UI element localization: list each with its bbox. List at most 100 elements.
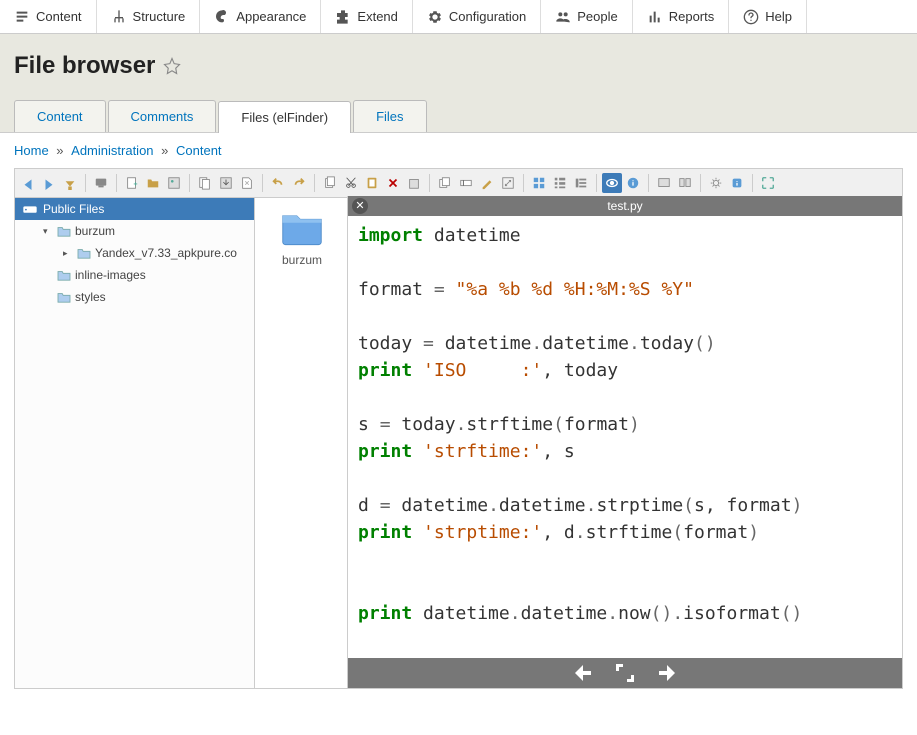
elfinder: Public Files ▾burzum▸Yandex_v7.33_apkpur… — [14, 168, 903, 689]
cut-icon — [344, 176, 358, 190]
viewer-fullscreen-button[interactable] — [613, 661, 637, 685]
rename-icon — [459, 176, 473, 190]
file-item-label: burzum — [267, 253, 337, 267]
toolbar-download-button[interactable] — [216, 173, 236, 193]
admin-menu-help[interactable]: Help — [729, 0, 807, 33]
undo-icon — [271, 176, 285, 190]
toolbar-cut-button[interactable] — [341, 173, 361, 193]
forward-icon — [42, 176, 56, 190]
toolbar-about-button[interactable] — [727, 173, 747, 193]
file-item-burzum[interactable]: burzum — [267, 210, 337, 267]
tree-item-styles[interactable]: styles — [15, 286, 254, 308]
tree-item-burzum[interactable]: ▾burzum — [15, 220, 254, 242]
admin-menu-people[interactable]: People — [541, 0, 632, 33]
duplicate-icon — [438, 176, 452, 190]
viewer-prev-button[interactable] — [569, 661, 593, 685]
up-icon — [63, 176, 77, 190]
download-icon — [219, 176, 233, 190]
appearance-icon — [214, 9, 230, 25]
toolbar-newfolder-button[interactable] — [143, 173, 163, 193]
toolbar-view-icons-button[interactable] — [529, 173, 549, 193]
info-icon — [626, 176, 640, 190]
breadcrumb-link[interactable]: Administration — [71, 143, 153, 158]
toolbar-back-button[interactable] — [18, 173, 38, 193]
tab-content[interactable]: Content — [14, 100, 106, 132]
folder-icon — [77, 247, 91, 259]
breadcrumb-link[interactable]: Content — [176, 143, 222, 158]
fullscreen-icon — [761, 176, 775, 190]
toolbar-forward-button[interactable] — [39, 173, 59, 193]
redo-icon — [292, 176, 306, 190]
content-icon — [14, 9, 30, 25]
folder-icon — [57, 225, 71, 237]
reports-icon — [647, 9, 663, 25]
settings-icon — [709, 176, 723, 190]
toolbar-help-button[interactable] — [675, 173, 695, 193]
favorite-star-icon[interactable] — [163, 57, 181, 75]
toolbar-resize-button[interactable] — [498, 173, 518, 193]
newfile-icon — [125, 176, 139, 190]
tab-files-elfinder-[interactable]: Files (elFinder) — [218, 101, 351, 133]
viewer-titlebar[interactable]: ✕ test.py — [348, 196, 902, 216]
view-details-icon — [574, 176, 588, 190]
toolbar-view-list-button[interactable] — [550, 173, 570, 193]
admin-menu-configuration[interactable]: Configuration — [413, 0, 541, 33]
toolbar-netmount-button[interactable] — [91, 173, 111, 193]
configuration-icon — [427, 9, 443, 25]
about-icon — [730, 176, 744, 190]
toolbar-rm-button[interactable] — [383, 173, 403, 193]
elfinder-toolbar — [15, 169, 902, 198]
toolbar-upload-button[interactable] — [164, 173, 184, 193]
toolbar-quicklook-button[interactable] — [654, 173, 674, 193]
toolbar-open-button[interactable] — [195, 173, 215, 193]
tab-comments[interactable]: Comments — [108, 100, 217, 132]
file-content-area[interactable]: burzum ✕ test.py import datetime format … — [255, 198, 902, 688]
breadcrumb: Home » Administration » Content — [0, 133, 917, 168]
folder-icon — [57, 291, 71, 303]
admin-menu-structure[interactable]: Structure — [97, 0, 201, 33]
copy-icon — [323, 176, 337, 190]
toolbar-fullscreen-button[interactable] — [758, 173, 778, 193]
getfile-icon — [240, 176, 254, 190]
toolbar-rename-button[interactable] — [456, 173, 476, 193]
admin-menu-content[interactable]: Content — [0, 0, 97, 33]
preview-icon — [605, 176, 619, 190]
breadcrumb-link[interactable]: Home — [14, 143, 49, 158]
tree-item-Yandex_v7.33_apkpure.co[interactable]: ▸Yandex_v7.33_apkpure.co — [15, 242, 254, 264]
toolbar-edit-button[interactable] — [477, 173, 497, 193]
drive-icon — [23, 203, 37, 215]
toolbar-copy-button[interactable] — [320, 173, 340, 193]
toolbar-view-details-button[interactable] — [571, 173, 591, 193]
admin-menu-reports[interactable]: Reports — [633, 0, 730, 33]
tree-root-label: Public Files — [43, 202, 104, 216]
tree-item-inline-images[interactable]: inline-images — [15, 264, 254, 286]
toolbar-duplicate-button[interactable] — [435, 173, 455, 193]
viewer-next-button[interactable] — [657, 661, 681, 685]
viewer-title: test.py — [607, 199, 642, 213]
toolbar-undo-button[interactable] — [268, 173, 288, 193]
tree-root-public-files[interactable]: Public Files — [15, 198, 254, 220]
toolbar-preview-button[interactable] — [602, 173, 622, 193]
empty-icon — [407, 176, 421, 190]
help-icon — [678, 176, 692, 190]
toolbar-empty-button[interactable] — [404, 173, 424, 193]
people-icon — [555, 9, 571, 25]
structure-icon — [111, 9, 127, 25]
resize-icon — [501, 176, 515, 190]
toolbar-settings-button[interactable] — [706, 173, 726, 193]
toolbar-info-button[interactable] — [623, 173, 643, 193]
admin-toolbar: ContentStructureAppearanceExtendConfigur… — [0, 0, 917, 34]
toolbar-redo-button[interactable] — [289, 173, 309, 193]
file-preview-viewer: ✕ test.py import datetime format = "%a %… — [347, 196, 902, 688]
netmount-icon — [94, 176, 108, 190]
toolbar-paste-button[interactable] — [362, 173, 382, 193]
viewer-close-button[interactable]: ✕ — [352, 198, 368, 214]
admin-menu-appearance[interactable]: Appearance — [200, 0, 321, 33]
admin-menu-extend[interactable]: Extend — [321, 0, 412, 33]
toolbar-getfile-button[interactable] — [237, 173, 257, 193]
toolbar-newfile-button[interactable] — [122, 173, 142, 193]
toolbar-up-button[interactable] — [60, 173, 80, 193]
folder-icon — [57, 269, 71, 281]
tab-files[interactable]: Files — [353, 100, 426, 132]
upload-icon — [167, 176, 181, 190]
